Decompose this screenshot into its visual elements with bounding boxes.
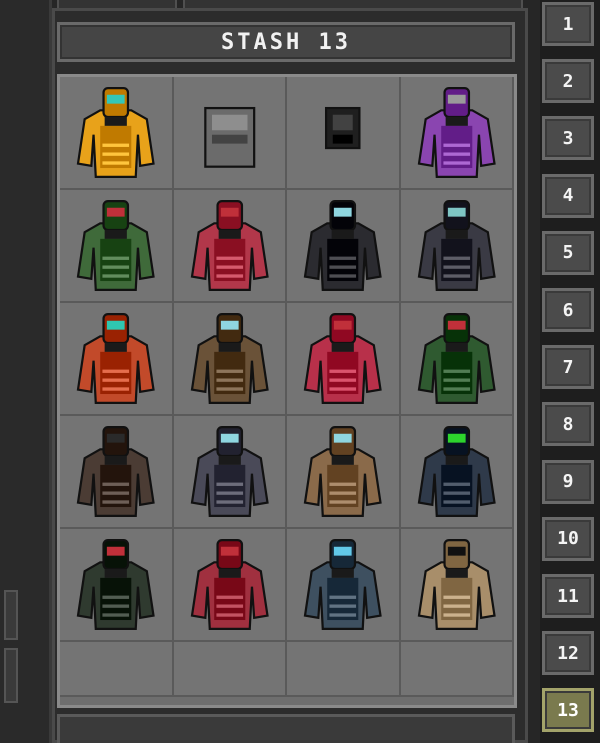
black-police-armor-icon <box>303 199 382 292</box>
green-armor-icon <box>76 199 155 292</box>
stash-slot-item[interactable] <box>173 416 287 529</box>
stash-slot-item[interactable] <box>60 416 174 529</box>
stash-slot-item[interactable] <box>60 303 174 416</box>
stash-tab-4[interactable]: 4 <box>542 173 594 218</box>
stash-title: STASH 13 <box>221 29 351 55</box>
stash-slot-item[interactable] <box>287 190 401 303</box>
stash-slot-item[interactable] <box>287 529 401 642</box>
stash-slot-item[interactable] <box>400 190 514 303</box>
stash-tab-12[interactable]: 12 <box>542 631 594 676</box>
stash-tab-8[interactable]: 8 <box>542 402 594 447</box>
stash-slot-item[interactable] <box>173 77 287 190</box>
stash-slot-item[interactable] <box>173 190 287 303</box>
stash-slot[interactable] <box>400 642 514 697</box>
stash-tab-11[interactable]: 11 <box>542 574 594 618</box>
stash-slot-item[interactable] <box>60 529 174 642</box>
purple-suit-icon <box>417 86 496 179</box>
left-drag-handle-upper[interactable] <box>4 590 18 640</box>
stash-tab-label: 9 <box>562 471 574 493</box>
stash-slot-item[interactable] <box>400 416 514 529</box>
dark-grey-armor-icon <box>417 199 496 292</box>
left-drag-handle-lower[interactable] <box>4 648 18 703</box>
black-vest-icon <box>324 106 361 150</box>
crimson-shoulder-armor-icon <box>190 538 269 631</box>
stash-slot-item[interactable] <box>60 77 174 190</box>
stash-slot-item[interactable] <box>400 77 514 190</box>
tan-shoulder-armor-icon <box>303 425 382 518</box>
stash-tab-5[interactable]: 5 <box>542 230 594 275</box>
red-skull-armor-icon <box>303 312 382 405</box>
navy-armor-icon <box>417 425 496 518</box>
stash-tab-10[interactable]: 10 <box>542 516 594 561</box>
stash-tab-label: 3 <box>562 127 574 149</box>
stash-tab-3[interactable]: 3 <box>542 116 594 161</box>
stash-tab-1[interactable]: 1 <box>542 2 594 46</box>
stash-tab-9[interactable]: 9 <box>542 459 594 504</box>
stash-slot-item[interactable] <box>60 190 174 303</box>
blue-hooded-armor-icon <box>303 538 382 631</box>
stash-tab-label: 1 <box>562 13 574 35</box>
stash-slot-item[interactable] <box>287 303 401 416</box>
yellow-hazmat-suit-icon <box>76 86 155 179</box>
stash-tab-label: 4 <box>562 185 574 207</box>
stash-tab-label: 5 <box>562 242 574 264</box>
stash-slot-item[interactable] <box>400 529 514 642</box>
green-heavy-armor-icon <box>417 312 496 405</box>
stash-tab-label: 13 <box>557 699 579 721</box>
brown-armor-icon <box>190 312 269 405</box>
camo-armor-icon <box>76 538 155 631</box>
stash-slot-item[interactable] <box>173 529 287 642</box>
stash-tab-label: 8 <box>562 413 574 435</box>
stash-tab-label: 10 <box>557 528 579 550</box>
stash-tab-label: 2 <box>562 70 574 92</box>
grey-plate-vest-icon <box>203 106 255 168</box>
stash-tab-label: 12 <box>557 642 579 664</box>
red-armor-icon <box>190 199 269 292</box>
stash-slot[interactable] <box>60 642 174 697</box>
stash-slot-item[interactable] <box>287 77 401 190</box>
stash-slot[interactable] <box>173 642 287 697</box>
orange-suit-icon <box>76 312 155 405</box>
stash-tab-6[interactable]: 6 <box>542 288 594 332</box>
stash-slot-item[interactable] <box>400 303 514 416</box>
stash-grid <box>57 74 517 708</box>
stash-tab-label: 11 <box>557 585 579 607</box>
stash-tab-2[interactable]: 2 <box>542 59 594 104</box>
slate-armor-icon <box>190 425 269 518</box>
stash-tab-label: 6 <box>562 299 574 321</box>
stash-bottom-bar <box>57 714 515 743</box>
stash-tab-13[interactable]: 13 <box>542 688 594 733</box>
stash-tab-7[interactable]: 7 <box>542 345 594 390</box>
stash-title-bar: STASH 13 <box>57 22 515 62</box>
tan-k-armor-icon <box>417 538 496 631</box>
stash-tab-column: 1 2 3 4 5 6 7 8 9 10 11 12 13 <box>540 0 600 743</box>
stash-tab-label: 7 <box>562 356 574 378</box>
dark-bronze-armor-icon <box>76 425 155 518</box>
stash-slot[interactable] <box>287 642 401 697</box>
stash-slot-item[interactable] <box>173 303 287 416</box>
stash-slot-item[interactable] <box>287 416 401 529</box>
